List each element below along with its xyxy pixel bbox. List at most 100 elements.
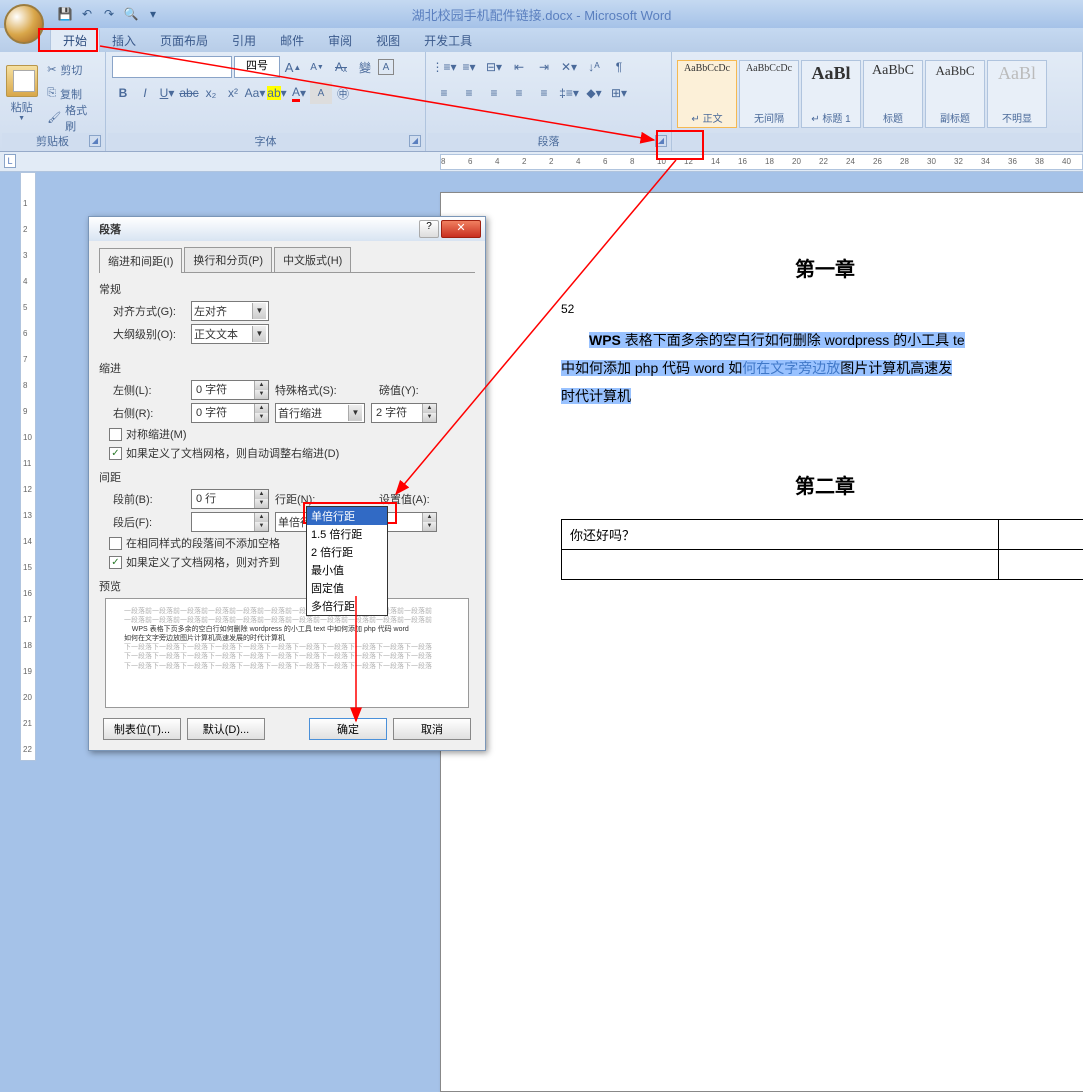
change-case-button[interactable]: Aa▾ <box>244 82 266 104</box>
dialog-help-button[interactable]: ? <box>419 220 439 238</box>
dropdown-item[interactable]: 单倍行距 <box>307 507 387 525</box>
distributed-icon[interactable]: ≡ <box>532 82 556 104</box>
align-center-icon[interactable]: ≡ <box>457 82 481 104</box>
style-item-3[interactable]: AaBbC标题 <box>863 60 923 128</box>
font-name-combo[interactable] <box>112 56 232 78</box>
shading-icon[interactable]: ◆▾ <box>582 82 606 104</box>
by-label: 磅值(Y): <box>379 382 435 398</box>
right-indent-spinner[interactable]: 0 字符▲▼ <box>191 403 269 423</box>
before-spinner[interactable]: 0 行▲▼ <box>191 489 269 509</box>
dlg-tab-indent[interactable]: 缩进和间距(I) <box>99 248 182 273</box>
dropdown-item[interactable]: 固定值 <box>307 579 387 597</box>
style-item-4[interactable]: AaBbC副标题 <box>925 60 985 128</box>
line-spacing-icon[interactable]: ‡≡▾ <box>557 82 581 104</box>
outline-combo[interactable]: 正文文本▼ <box>191 324 269 344</box>
grow-font-icon[interactable]: A▲ <box>282 56 304 78</box>
style-item-5[interactable]: AaBl不明显 <box>987 60 1047 128</box>
align-right-icon[interactable]: ≡ <box>482 82 506 104</box>
borders-icon[interactable]: ⊞▾ <box>607 82 631 104</box>
align-left-icon[interactable]: ≡ <box>432 82 456 104</box>
style-item-2[interactable]: AaBl↵ 标题 1 <box>801 60 861 128</box>
dropdown-item[interactable]: 最小值 <box>307 561 387 579</box>
dlg-tab-linebreak[interactable]: 换行和分页(P) <box>184 247 272 272</box>
table-cell[interactable]: 你还好吗？ <box>562 520 999 550</box>
shrink-font-icon[interactable]: A▼ <box>306 56 328 78</box>
qat-dropdown-icon[interactable]: ▾ <box>144 5 162 23</box>
table-cell[interactable] <box>998 520 1083 550</box>
left-indent-label: 左侧(L): <box>113 382 185 398</box>
format-painter-button[interactable]: 🖌格式刷 <box>43 107 101 129</box>
justify-icon[interactable]: ≡ <box>507 82 531 104</box>
bullets-icon[interactable]: ⋮≡▾ <box>432 56 456 78</box>
horizontal-ruler[interactable]: 8642246810121416182022242628303234363840 <box>440 154 1083 170</box>
no-space-same-checkbox[interactable] <box>109 537 122 550</box>
font-launcher[interactable]: ◢ <box>409 135 421 147</box>
redo-icon[interactable]: ↷ <box>100 5 118 23</box>
document-page[interactable]: 第一章 52 WPSWPS 表格下面多余的空白行如何删除 wordpress 的… <box>440 192 1083 1092</box>
clear-format-icon[interactable]: Aₓ <box>330 56 352 78</box>
vertical-ruler[interactable]: 12345678910111213141516171819202122 <box>20 172 36 761</box>
save-icon[interactable]: 💾 <box>56 5 74 23</box>
ok-button[interactable]: 确定 <box>309 718 387 740</box>
style-item-1[interactable]: AaBbCcDc无间隔 <box>739 60 799 128</box>
default-button[interactable]: 默认(D)... <box>187 718 265 740</box>
special-format-combo[interactable]: 首行缩进▼ <box>275 403 365 423</box>
superscript-button[interactable]: x² <box>222 82 244 104</box>
alignment-combo[interactable]: 左对齐▼ <box>191 301 269 321</box>
cancel-button[interactable]: 取消 <box>393 718 471 740</box>
dropdown-item[interactable]: 多倍行距 <box>307 597 387 615</box>
tab-references[interactable]: 引用 <box>220 29 268 52</box>
multilevel-icon[interactable]: ⊟▾ <box>482 56 506 78</box>
left-indent-spinner[interactable]: 0 字符▲▼ <box>191 380 269 400</box>
numbering-icon[interactable]: ≡▾ <box>457 56 481 78</box>
tabs-button[interactable]: 制表位(T)... <box>103 718 181 740</box>
dialog-titlebar[interactable]: 段落 ? ✕ <box>89 217 485 241</box>
decrease-indent-icon[interactable]: ⇤ <box>507 56 531 78</box>
dialog-close-button[interactable]: ✕ <box>441 220 481 238</box>
tab-review[interactable]: 审阅 <box>316 29 364 52</box>
cut-button[interactable]: ✂剪切 <box>43 59 101 81</box>
dlg-tab-asian[interactable]: 中文版式(H) <box>274 247 351 272</box>
clipboard-launcher[interactable]: ◢ <box>89 135 101 147</box>
after-spinner[interactable]: ▲▼ <box>191 512 269 532</box>
paste-icon <box>6 65 38 97</box>
underline-button[interactable]: U▾ <box>156 82 178 104</box>
subscript-button[interactable]: x₂ <box>200 82 222 104</box>
mirror-indent-checkbox[interactable] <box>109 428 122 441</box>
print-preview-icon[interactable]: 🔍 <box>122 5 140 23</box>
font-color-button[interactable]: A▾ <box>288 82 310 104</box>
italic-button[interactable]: I <box>134 82 156 104</box>
phonetic-guide-icon[interactable]: 變 <box>354 56 376 78</box>
dropdown-item[interactable]: 1.5 倍行距 <box>307 525 387 543</box>
after-label: 段后(F): <box>113 514 185 530</box>
table-cell[interactable] <box>562 550 999 580</box>
highlight-button[interactable]: ab▾ <box>266 82 288 104</box>
undo-icon[interactable]: ↶ <box>78 5 96 23</box>
snap-grid-checkbox[interactable]: ✓ <box>109 556 122 569</box>
paste-button[interactable]: 粘贴 ▼ <box>2 57 41 131</box>
tab-view[interactable]: 视图 <box>364 29 412 52</box>
strikethrough-button[interactable]: abc <box>178 82 200 104</box>
red-highlight-paragraph-launcher <box>656 130 704 160</box>
tab-developer[interactable]: 开发工具 <box>412 29 484 52</box>
document-table[interactable]: 你还好吗？ <box>561 519 1083 580</box>
enclosed-char-button[interactable]: ㊥ <box>332 82 354 104</box>
tab-selector[interactable]: L <box>4 154 16 168</box>
style-item-0[interactable]: AaBbCcDc↵ 正文 <box>677 60 737 128</box>
ribbon: 粘贴 ▼ ✂剪切 ⎘复制 🖌格式刷 剪贴板◢ 四号 A▲ A▼ Aₓ 變 A <box>0 52 1083 152</box>
char-border-icon[interactable]: A <box>378 59 394 75</box>
bold-button[interactable]: B <box>112 82 134 104</box>
by-spinner[interactable]: 2 字符▲▼ <box>371 403 437 423</box>
asian-layout-icon[interactable]: ✕▾ <box>557 56 581 78</box>
tab-layout[interactable]: 页面布局 <box>148 29 220 52</box>
font-size-combo[interactable]: 四号 <box>234 56 280 78</box>
show-marks-icon[interactable]: ¶ <box>607 56 631 78</box>
table-cell[interactable] <box>998 550 1083 580</box>
increase-indent-icon[interactable]: ⇥ <box>532 56 556 78</box>
tab-insert[interactable]: 插入 <box>100 29 148 52</box>
auto-adjust-checkbox[interactable]: ✓ <box>109 447 122 460</box>
sort-icon[interactable]: ↓ᴬ <box>582 56 606 78</box>
dropdown-item[interactable]: 2 倍行距 <box>307 543 387 561</box>
char-shading-button[interactable]: A <box>310 82 332 104</box>
tab-mailings[interactable]: 邮件 <box>268 29 316 52</box>
